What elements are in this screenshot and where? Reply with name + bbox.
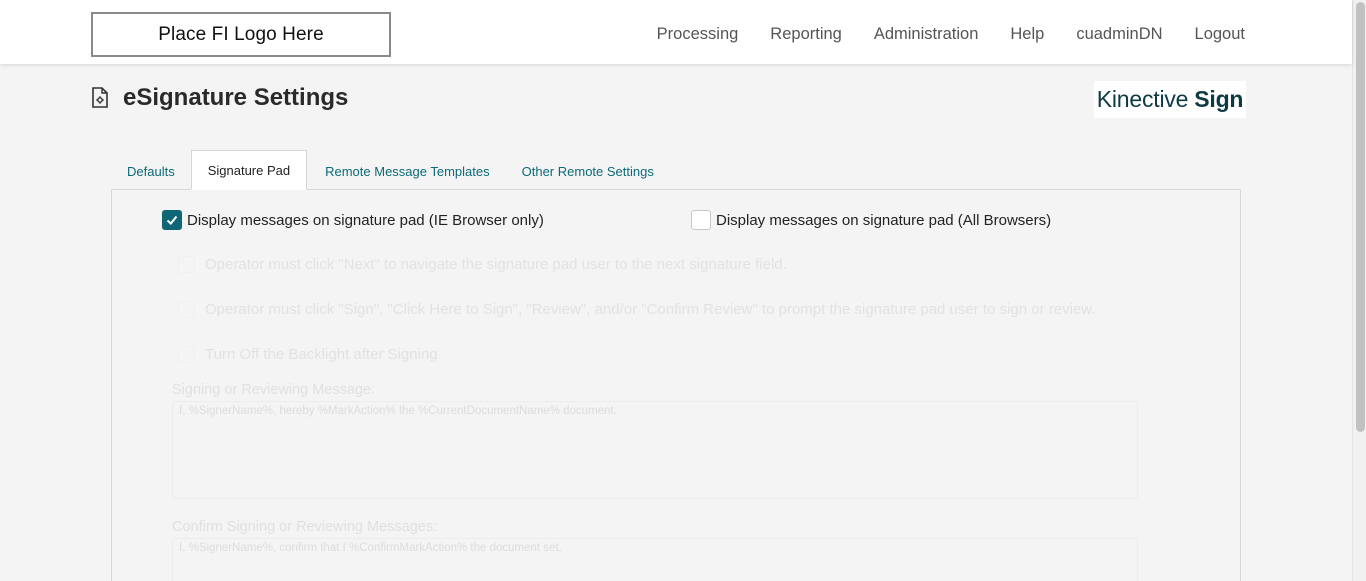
operator-next-checkbox	[178, 256, 195, 273]
backlight-option: Turn Off the Backlight after Signing	[178, 346, 438, 363]
nav-logout[interactable]: Logout	[1195, 25, 1245, 44]
nav-administration[interactable]: Administration	[874, 25, 979, 44]
signing-message-label: Signing or Reviewing Message:	[172, 382, 376, 398]
page-scrollbar[interactable]	[1352, 0, 1366, 581]
brand-logo: Kinective Sign	[1094, 81, 1246, 118]
settings-tabs: Defaults Signature Pad Remote Message Te…	[111, 150, 670, 190]
logo-placeholder[interactable]: Place FI Logo Here	[91, 12, 391, 57]
backlight-checkbox	[178, 346, 195, 363]
nav-help[interactable]: Help	[1010, 25, 1044, 44]
scrollbar-thumb[interactable]	[1356, 2, 1365, 432]
tab-defaults[interactable]: Defaults	[111, 152, 191, 190]
tab-signature-pad[interactable]: Signature Pad	[190, 150, 308, 190]
confirm-message-value: I, %SignerName%, confirm that I %Confirm…	[179, 542, 562, 554]
all-browsers-option[interactable]: Display messages on signature pad (All B…	[691, 210, 1051, 230]
operator-next-option: Operator must click "Next" to navigate t…	[178, 256, 787, 273]
signature-pad-panel: Display messages on signature pad (IE Br…	[111, 189, 1241, 581]
all-browsers-checkbox[interactable]	[691, 210, 711, 230]
page-header: eSignature Settings	[91, 84, 348, 112]
nav-processing[interactable]: Processing	[657, 25, 739, 44]
confirm-message-textarea: I, %SignerName%, confirm that I %Confirm…	[172, 538, 1138, 581]
page-title: eSignature Settings	[123, 84, 349, 111]
document-settings-icon	[91, 87, 109, 109]
brand-name-light: Kinective	[1096, 86, 1189, 112]
operator-next-label: Operator must click "Next" to navigate t…	[205, 256, 787, 273]
operator-sign-option: Operator must click "Sign", "Click Here …	[178, 301, 1095, 318]
nav-user[interactable]: cuadminDN	[1076, 25, 1162, 44]
signing-message-value: I, %SignerName%, hereby %MarkAction% the…	[179, 405, 617, 417]
brand-name-bold: Sign	[1194, 86, 1244, 112]
backlight-label: Turn Off the Backlight after Signing	[205, 346, 438, 363]
ie-only-checkbox[interactable]	[162, 210, 182, 230]
top-navbar: Place FI Logo Here Processing Reporting …	[0, 0, 1352, 64]
tab-other-remote-settings[interactable]: Other Remote Settings	[506, 152, 670, 190]
logo-text: Place FI Logo Here	[158, 23, 324, 45]
operator-sign-label: Operator must click "Sign", "Click Here …	[205, 301, 1096, 318]
main-nav: Processing Reporting Administration Help…	[625, 0, 1245, 68]
operator-sign-checkbox	[178, 301, 195, 318]
tab-remote-message-templates[interactable]: Remote Message Templates	[309, 152, 506, 190]
all-browsers-label: Display messages on signature pad (All B…	[716, 211, 1052, 229]
check-icon	[166, 215, 178, 225]
signing-message-textarea: I, %SignerName%, hereby %MarkAction% the…	[172, 401, 1138, 499]
nav-reporting[interactable]: Reporting	[770, 25, 842, 44]
ie-only-label: Display messages on signature pad (IE Br…	[187, 211, 544, 229]
ie-only-option[interactable]: Display messages on signature pad (IE Br…	[162, 210, 544, 230]
confirm-message-label: Confirm Signing or Reviewing Messages:	[172, 519, 438, 535]
